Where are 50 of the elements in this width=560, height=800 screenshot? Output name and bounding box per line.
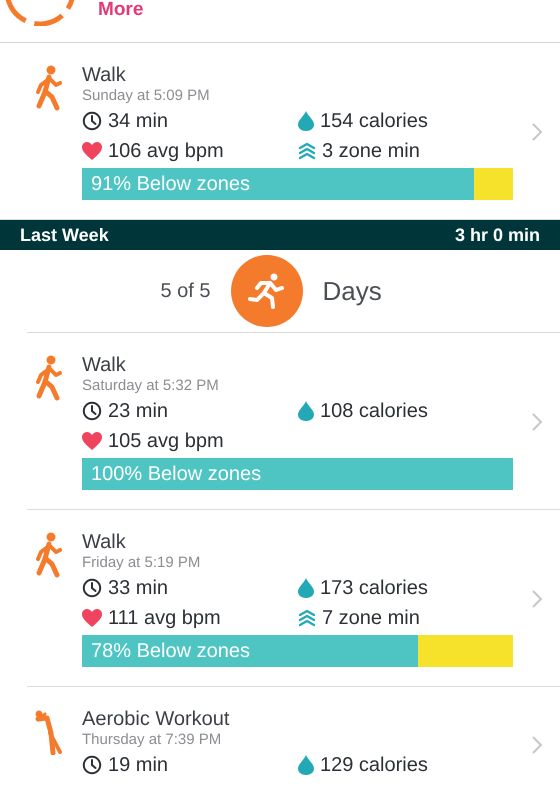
clock-icon <box>82 111 102 131</box>
zone-bar-label: 100% Below zones <box>90 462 262 486</box>
week-total: 3 hr 0 min <box>454 224 540 246</box>
calories-text: 108 calories <box>320 399 428 423</box>
chevron-icon[interactable] <box>532 122 542 140</box>
days-label: Days <box>322 276 383 306</box>
clock-icon <box>82 401 102 421</box>
calories-text: 129 calories <box>320 753 428 777</box>
clock-icon <box>82 755 102 775</box>
calories-text: 173 calories <box>320 576 428 600</box>
activity-name: Walk <box>82 63 127 87</box>
duration-text: 33 min <box>108 576 168 600</box>
drop-icon <box>298 578 314 598</box>
heart-icon <box>82 609 102 627</box>
drop-icon <box>298 755 314 775</box>
activity-name: Walk <box>82 353 127 377</box>
heart-rate-text: 106 avg bpm <box>108 139 224 163</box>
activity-name: Aerobic Workout <box>82 707 230 731</box>
heart-icon <box>82 432 102 450</box>
activity-time: Sunday at 5:09 PM <box>82 87 211 105</box>
duration-text: 19 min <box>108 753 168 777</box>
zone-minutes-text: 7 zone min <box>322 606 420 630</box>
zone-bar-label: 78% Below zones <box>90 640 250 662</box>
walking-person-icon <box>35 355 63 401</box>
zone-bar-label: 91% Below zones <box>90 172 250 196</box>
duration-text: 23 min <box>108 399 168 423</box>
zone-waves-icon <box>298 142 316 160</box>
days-count: 5 of 5 <box>159 280 210 302</box>
zone-minutes-text: 3 zone min <box>322 139 420 163</box>
activity-time: Friday at 5:19 PM <box>82 554 202 572</box>
heart-rate-text: 105 avg bpm <box>108 429 224 453</box>
chevron-icon[interactable] <box>532 590 542 608</box>
duration-text: 34 min <box>108 109 168 133</box>
activity-time: Saturday at 5:32 PM <box>82 377 220 395</box>
stretching-person-icon <box>35 709 63 755</box>
drop-icon <box>298 401 314 421</box>
activity-time: Thursday at 7:39 PM <box>82 731 222 749</box>
walking-person-icon <box>35 65 63 111</box>
week-title: Last Week <box>20 224 109 246</box>
more-link[interactable]: More <box>98 0 144 20</box>
heart-rate-text: 111 avg bpm <box>108 606 221 630</box>
drop-icon <box>298 111 314 131</box>
calories-text: 154 calories <box>320 109 428 133</box>
activity-name: Walk <box>82 530 127 554</box>
walking-person-icon <box>35 532 63 578</box>
clock-icon <box>82 578 102 598</box>
chevron-icon[interactable] <box>532 412 542 430</box>
heart-icon <box>82 142 102 160</box>
zone-waves-icon <box>298 609 316 627</box>
chevron-icon[interactable] <box>532 736 542 754</box>
